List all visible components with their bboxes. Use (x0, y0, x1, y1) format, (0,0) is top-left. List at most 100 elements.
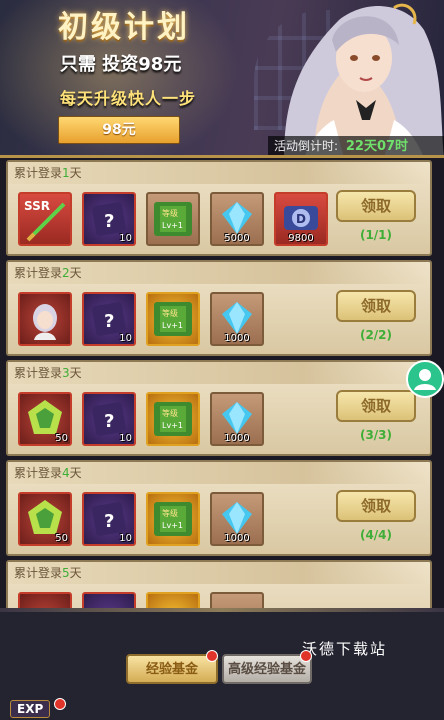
row-header-suffix: 天 (69, 266, 82, 280)
item-quantity: 1000 (224, 333, 250, 344)
claim-button[interactable]: 领取 (336, 490, 416, 522)
row-header-suffix: 天 (69, 366, 82, 380)
row-day-number: 4 (62, 466, 70, 480)
row-header: 累计登录1天 (8, 162, 430, 184)
row-header-suffix: 天 (69, 466, 82, 480)
assistant-float-button[interactable] (406, 360, 444, 398)
row-header: 累计登录5天 (8, 562, 430, 584)
claim-progress: (3/3) (359, 428, 393, 442)
diamond-icon[interactable]: 1000 (210, 392, 264, 446)
reward-row: 累计登录4天 50 ? 10 等级 Lv+1 1000 领取 (4/4) (6, 460, 432, 556)
notification-dot (54, 698, 66, 710)
ssr-text: SSR (24, 199, 50, 213)
level-book-text: 等级 (162, 208, 178, 218)
claim-button[interactable]: 领取 (336, 190, 416, 222)
green-gem-icon[interactable]: 50 (18, 492, 72, 546)
svg-text:D: D (296, 212, 306, 226)
row-header-label: 累计登录 (14, 266, 63, 280)
row-header-label: 累计登录 (14, 466, 63, 480)
mystery-item-icon[interactable]: ? 10 (82, 392, 136, 446)
item-quantity: 10 (119, 433, 132, 444)
bottom-panel: 沃德下载站 经验基金 高级经验基金 EXP (0, 612, 444, 720)
d-coin-icon[interactable]: D 9800 (274, 192, 328, 246)
svg-text:?: ? (104, 411, 114, 432)
reward-items: 50 ? 10 等级 Lv+1 1000 (18, 492, 264, 546)
item-quantity: 9800 (288, 233, 314, 244)
row-header-suffix: 天 (69, 566, 82, 580)
diamond-icon[interactable]: 1000 (210, 492, 264, 546)
claim-progress: (4/4) (359, 528, 393, 542)
level-book-sub: Lv+1 (162, 421, 183, 430)
reward-slot[interactable] (146, 592, 200, 608)
purchase-button[interactable]: 98元 (58, 116, 180, 144)
claim-progress: (2/2) (359, 328, 393, 342)
reward-list[interactable]: 累计登录1天 SSR ? 10 等级 Lv+1 5000 D 9800 领取 (… (6, 160, 438, 608)
row-header: 累计登录4天 (8, 462, 430, 484)
watermark-text: 沃德下载站 (302, 640, 388, 658)
notification-dot (300, 650, 312, 662)
item-quantity: 10 (119, 233, 132, 244)
level-up-book-icon[interactable]: 等级 Lv+1 (146, 392, 200, 446)
reward-row: 累计登录1天 SSR ? 10 等级 Lv+1 5000 D 9800 领取 (… (6, 160, 432, 256)
claim-button[interactable]: 领取 (336, 390, 416, 422)
svg-text:?: ? (104, 311, 114, 332)
exp-badge[interactable]: EXP (10, 700, 51, 718)
claim-button[interactable]: 领取 (336, 290, 416, 322)
claim-progress: (1/1) (359, 228, 393, 242)
item-quantity: 1000 (224, 433, 250, 444)
tab-exp-fund[interactable]: 经验基金 (126, 654, 218, 684)
character-portrait (284, 3, 444, 155)
banner-tagline: 每天升级快人一步 (60, 89, 197, 108)
item-quantity: 10 (119, 533, 132, 544)
reward-items: SSR ? 10 等级 Lv+1 5000 D 9800 (18, 192, 328, 246)
reward-items: ? 10 等级 Lv+1 1000 (18, 292, 264, 346)
user-icon (414, 369, 436, 390)
level-book-text: 等级 (162, 308, 178, 318)
countdown-value: 22天07时 (345, 139, 409, 154)
row-day-number: 5 (62, 566, 70, 580)
item-quantity: 50 (55, 433, 68, 444)
row-header: 累计登录2天 (8, 262, 430, 284)
reward-row: 累计登录3天 50 ? 10 等级 Lv+1 1000 领取 (3/3) (6, 360, 432, 456)
row-day-number: 3 (62, 366, 70, 380)
level-up-book-icon[interactable]: 等级 Lv+1 (146, 292, 200, 346)
row-header: 累计登录3天 (8, 362, 430, 384)
reward-slot[interactable] (18, 592, 72, 608)
row-day-number: 1 (62, 166, 70, 180)
reward-items (18, 592, 264, 608)
row-header-label: 累计登录 (14, 566, 63, 580)
mystery-item-icon[interactable]: ? 10 (82, 292, 136, 346)
countdown-bar: 活动倒计时: 22天07时 (268, 136, 444, 155)
hero-portrait-icon[interactable] (18, 292, 72, 346)
reward-row: 累计登录5天 (6, 560, 432, 608)
plan-banner: 初级计划 只需 投资98元 每天升级快人一步 98元 活动倒计时: 22天07时 (0, 0, 444, 158)
mystery-item-icon[interactable]: ? 10 (82, 492, 136, 546)
level-book-text: 等级 (162, 408, 178, 418)
ssr-weapon-icon[interactable]: SSR (18, 192, 72, 246)
reward-slot[interactable] (210, 592, 264, 608)
item-quantity: 1000 (224, 533, 250, 544)
row-header-label: 累计登录 (14, 366, 63, 380)
level-book-sub: Lv+1 (162, 221, 183, 230)
mystery-item-icon[interactable]: ? 10 (82, 192, 136, 246)
item-quantity: 50 (55, 533, 68, 544)
banner-subtitle: 只需 投资98元 (60, 54, 182, 75)
level-up-book-icon[interactable]: 等级 Lv+1 (146, 192, 200, 246)
svg-text:?: ? (104, 211, 114, 232)
level-book-text: 等级 (162, 508, 178, 518)
row-header-label: 累计登录 (14, 166, 63, 180)
item-quantity: 5000 (224, 233, 250, 244)
reward-row: 累计登录2天 ? 10 等级 Lv+1 1000 领取 (2/2) (6, 260, 432, 356)
diamond-icon[interactable]: 1000 (210, 292, 264, 346)
banner-title: 初级计划 (58, 10, 190, 45)
notification-dot (206, 650, 218, 662)
level-book-sub: Lv+1 (162, 321, 183, 330)
level-up-book-icon[interactable]: 等级 Lv+1 (146, 492, 200, 546)
diamond-icon[interactable]: 5000 (210, 192, 264, 246)
tab-advanced-exp-fund[interactable]: 高级经验基金 (222, 654, 312, 684)
countdown-label: 活动倒计时: (274, 139, 339, 153)
reward-slot[interactable] (82, 592, 136, 608)
green-gem-icon[interactable]: 50 (18, 392, 72, 446)
reward-items: 50 ? 10 等级 Lv+1 1000 (18, 392, 264, 446)
row-header-suffix: 天 (69, 166, 82, 180)
